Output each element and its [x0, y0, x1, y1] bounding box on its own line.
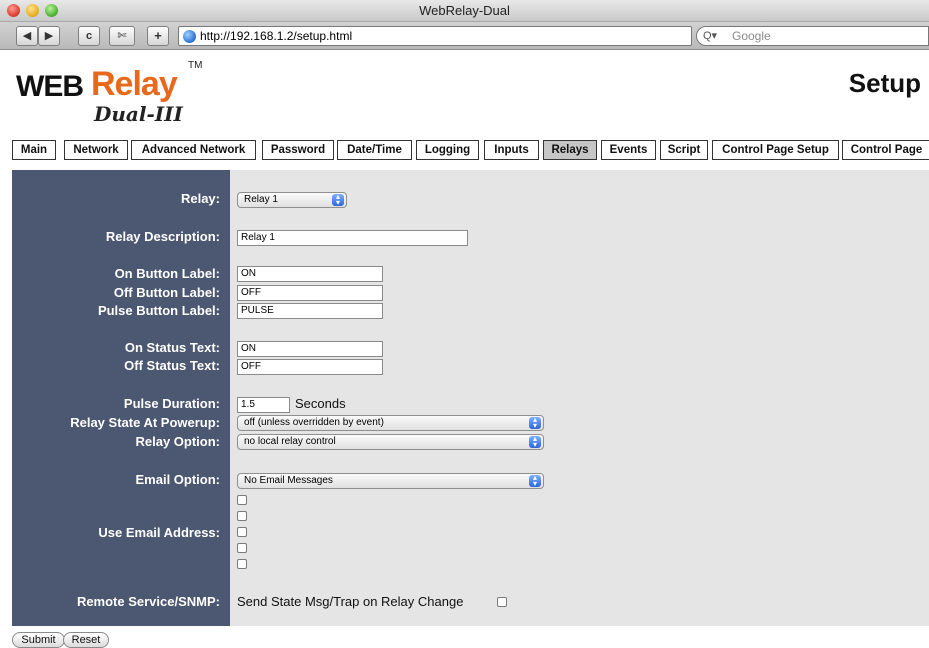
on-button-input[interactable]: ON — [237, 266, 383, 282]
select-arrows-icon: ▴ ▾ — [529, 435, 541, 449]
email-address-checkbox[interactable] — [237, 543, 247, 553]
email-address-checkbox[interactable] — [237, 527, 247, 537]
email-address-checkbox[interactable] — [237, 495, 247, 505]
tab-password[interactable]: Password — [262, 140, 334, 160]
pulse-duration-label: Pulse Duration: — [123, 396, 220, 411]
relay-option-label: Relay Option: — [135, 434, 220, 449]
use-email-label: Use Email Address: — [98, 525, 220, 540]
page-title: Setup — [848, 68, 921, 98]
search-placeholder: Google — [732, 29, 771, 43]
logo-relay-text: Relay — [91, 65, 178, 103]
pulse-duration-input[interactable]: 1.5 — [237, 397, 290, 413]
relay-description-label: Relay Description: — [105, 229, 220, 244]
email-option-select-value: No Email Messages — [244, 475, 333, 486]
off-status-input[interactable]: OFF — [237, 359, 383, 375]
email-option-label: Email Option: — [135, 472, 221, 487]
select-arrows-icon: ▴ ▾ — [529, 416, 541, 430]
forward-arrow-icon: ▶ — [44, 30, 54, 42]
tab-inputs[interactable]: Inputs — [484, 140, 539, 160]
on-status-label: On Status Text: — [124, 340, 220, 355]
webrelay-logo: WEB Relay TM Dual-III — [16, 58, 256, 136]
email-address-checkbox[interactable] — [237, 559, 247, 569]
tab-network[interactable]: Network — [64, 140, 128, 160]
logo-trademark: TM — [188, 60, 203, 71]
relay-select-value: Relay 1 — [244, 194, 278, 205]
logo-web-text: WEB — [16, 70, 84, 103]
tab-advanced-network[interactable]: Advanced Network — [131, 140, 256, 160]
select-arrows-icon: ▴ ▾ — [332, 193, 344, 207]
logo-model-text: Dual-III — [94, 102, 183, 126]
add-bookmark-button[interactable]: + — [147, 26, 169, 46]
powerup-select[interactable]: off (unless overridden by event) ▴ ▾ — [237, 415, 544, 431]
pulse-button-input[interactable]: PULSE — [237, 303, 383, 319]
snapback-button[interactable]: ✄ — [109, 26, 135, 46]
window-titlebar: WebRelay-Dual — [0, 0, 929, 22]
on-button-label: On Button Label: — [114, 266, 220, 281]
search-icon: Q▾ — [703, 30, 718, 42]
reset-button[interactable]: Reset — [63, 632, 109, 648]
plus-icon: + — [154, 28, 162, 43]
back-button[interactable]: ◀ — [16, 26, 38, 46]
submit-button[interactable]: Submit — [12, 632, 65, 648]
off-status-label: Off Status Text: — [124, 358, 220, 373]
off-button-label: Off Button Label: — [113, 285, 220, 300]
off-button-input[interactable]: OFF — [237, 285, 383, 301]
powerup-label: Relay State At Powerup: — [70, 415, 220, 430]
pulse-button-label: Pulse Button Label: — [97, 303, 220, 318]
on-status-input[interactable]: ON — [237, 341, 383, 357]
globe-icon — [183, 30, 196, 43]
reload-button[interactable]: c — [78, 26, 100, 46]
snmp-option-text: Send State Msg/Trap on Relay Change — [237, 594, 464, 609]
reload-icon: c — [85, 30, 93, 42]
tab-script[interactable]: Script — [660, 140, 708, 160]
back-arrow-icon: ◀ — [22, 30, 32, 42]
browser-toolbar: ◀ ▶ c ✄ + http://192.168.1.2/setup.html … — [0, 22, 929, 50]
snmp-checkbox[interactable] — [497, 597, 507, 607]
address-url: http://192.168.1.2/setup.html — [200, 29, 353, 43]
address-bar[interactable]: http://192.168.1.2/setup.html — [178, 26, 692, 46]
tab-control-page[interactable]: Control Page — [842, 140, 929, 160]
pulse-duration-unit: Seconds — [295, 396, 346, 411]
tab-main[interactable]: Main — [12, 140, 56, 160]
tab-events[interactable]: Events — [601, 140, 656, 160]
forward-button[interactable]: ▶ — [38, 26, 60, 46]
tab-date-time[interactable]: Date/Time — [337, 140, 412, 160]
relay-label: Relay: — [180, 191, 220, 206]
powerup-select-value: off (unless overridden by event) — [244, 417, 384, 428]
relay-select[interactable]: Relay 1 ▴ ▾ — [237, 192, 347, 208]
snmp-label: Remote Service/SNMP: — [76, 594, 220, 609]
relay-option-select[interactable]: no local relay control ▴ ▾ — [237, 434, 544, 450]
email-option-select[interactable]: No Email Messages ▴ ▾ — [237, 473, 544, 489]
relay-option-select-value: no local relay control — [244, 436, 336, 447]
select-arrows-icon: ▴ ▾ — [529, 474, 541, 488]
search-field[interactable]: Q▾ Google — [696, 26, 929, 46]
window-title: WebRelay-Dual — [419, 3, 510, 18]
snapback-icon: ✄ — [117, 30, 127, 42]
email-address-checkbox[interactable] — [237, 511, 247, 521]
tab-logging[interactable]: Logging — [416, 140, 479, 160]
tab-control-page-setup[interactable]: Control Page Setup — [712, 140, 839, 160]
tab-relays[interactable]: Relays — [543, 140, 597, 160]
relay-description-input[interactable]: Relay 1 — [237, 230, 468, 246]
